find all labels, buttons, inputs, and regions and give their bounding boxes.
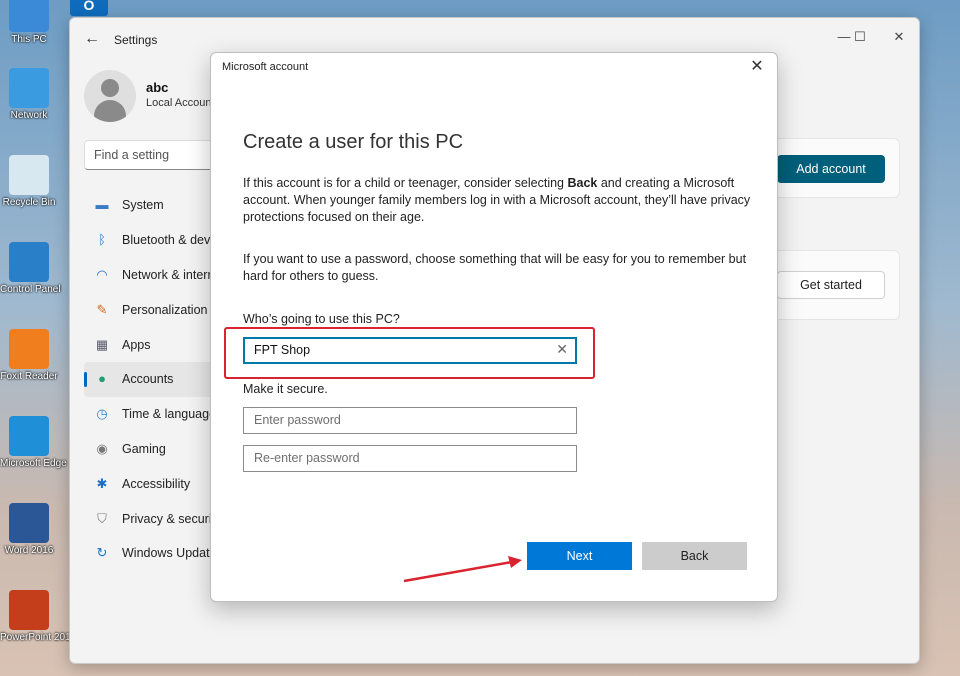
gamepad-icon: ◉ bbox=[96, 440, 108, 456]
desktop-icon-label: Control Panel bbox=[0, 284, 61, 295]
network-icon bbox=[9, 68, 49, 108]
get-started-button[interactable]: Get started bbox=[777, 271, 885, 299]
brush-icon: ✎ bbox=[96, 301, 108, 317]
dialog-close-icon[interactable]: ✕ bbox=[747, 56, 767, 76]
outlook-icon[interactable]: O bbox=[70, 0, 108, 16]
sidebar-item-label: Gaming bbox=[122, 441, 166, 456]
annotation-arrow-icon bbox=[403, 556, 522, 583]
info-text-bold: Back bbox=[567, 176, 598, 190]
profile-account-type: Local Account bbox=[146, 97, 215, 109]
dialog-title: Microsoft account bbox=[222, 61, 309, 73]
desktop-icon-word[interactable]: Word 2016 bbox=[0, 503, 58, 557]
reenter-password-input[interactable]: Re-enter password bbox=[243, 445, 577, 472]
bluetooth-icon: ᛒ bbox=[98, 232, 106, 248]
avatar-head bbox=[101, 79, 119, 97]
back-button[interactable]: Back bbox=[642, 542, 747, 570]
desktop-icon-label: Microsoft Edge bbox=[0, 458, 67, 469]
desktop-icon-control-panel[interactable]: Control Panel bbox=[0, 242, 61, 296]
desktop-icon-powerpoint[interactable]: PowerPoint 2016 bbox=[0, 590, 77, 644]
accessibility-icon: ✱ bbox=[96, 475, 108, 491]
desktop-icon-label: Word 2016 bbox=[4, 545, 54, 556]
desktop-icon-label: PowerPoint 2016 bbox=[0, 632, 77, 643]
add-account-button[interactable]: Add account bbox=[777, 155, 885, 183]
desktop-icon-recycle-bin[interactable]: Recycle Bin bbox=[0, 155, 58, 209]
next-button[interactable]: Next bbox=[527, 542, 632, 570]
desktop-icon-network[interactable]: Network bbox=[0, 68, 58, 122]
dialog-heading: Create a user for this PC bbox=[243, 131, 464, 153]
desktop-icon-computer[interactable]: This PC bbox=[0, 0, 58, 46]
globe-icon: ◷ bbox=[96, 406, 108, 422]
info-text-pre: If this account is for a child or teenag… bbox=[243, 176, 568, 190]
sidebar-item-label: System bbox=[122, 198, 164, 213]
update-icon: ↻ bbox=[96, 545, 108, 561]
avatar[interactable] bbox=[84, 70, 136, 122]
desktop-icon-pdf[interactable]: Foxit Reader bbox=[0, 329, 58, 383]
desktop-icon-edge[interactable]: Microsoft Edge bbox=[0, 416, 67, 470]
wifi-icon: ◠ bbox=[96, 266, 108, 282]
password-input[interactable]: Enter password bbox=[243, 407, 577, 434]
close-button[interactable]: ✕ bbox=[885, 26, 913, 48]
child-account-info: If this account is for a child or teenag… bbox=[243, 175, 753, 226]
desktop-icon-label: Foxit Reader bbox=[0, 371, 58, 382]
window-title: Settings bbox=[114, 33, 158, 47]
profile-name: abc bbox=[146, 80, 169, 95]
sidebar-item-label: Privacy & security bbox=[122, 511, 222, 526]
avatar-body bbox=[94, 100, 126, 122]
username-label: Who’s going to use this PC? bbox=[243, 312, 400, 326]
desktop-icon-label: This PC bbox=[11, 34, 47, 45]
back-arrow-icon[interactable]: ← bbox=[84, 30, 100, 48]
password-advice: If you want to use a password, choose so… bbox=[243, 252, 747, 283]
pdf-icon bbox=[9, 329, 49, 369]
desktop-icon-label: Recycle Bin bbox=[2, 197, 56, 208]
control-panel-icon bbox=[9, 242, 49, 282]
system-icon: ▬ bbox=[95, 197, 109, 213]
computer-icon bbox=[9, 0, 49, 32]
sidebar-item-label: Time & language bbox=[122, 407, 217, 422]
sidebar-item-label: Personalization bbox=[122, 302, 208, 317]
edge-icon bbox=[9, 416, 49, 456]
word-icon bbox=[9, 503, 49, 543]
highlight-box bbox=[224, 327, 595, 379]
secure-label: Make it secure. bbox=[243, 382, 328, 396]
recycle-bin-icon bbox=[9, 155, 49, 195]
desktop-icon-label: Network bbox=[10, 110, 48, 121]
maximize-button[interactable]: ☐ bbox=[846, 26, 874, 48]
sidebar-item-label: Windows Update bbox=[122, 546, 217, 561]
sidebar-item-label: Apps bbox=[122, 337, 151, 352]
sidebar-item-label: Accounts bbox=[122, 372, 174, 387]
apps-icon: ▦ bbox=[95, 336, 109, 352]
shield-icon: ⛉ bbox=[97, 510, 107, 526]
person-icon: ● bbox=[98, 371, 106, 387]
sidebar-item-label: Accessibility bbox=[122, 476, 191, 491]
powerpoint-icon bbox=[9, 590, 49, 630]
